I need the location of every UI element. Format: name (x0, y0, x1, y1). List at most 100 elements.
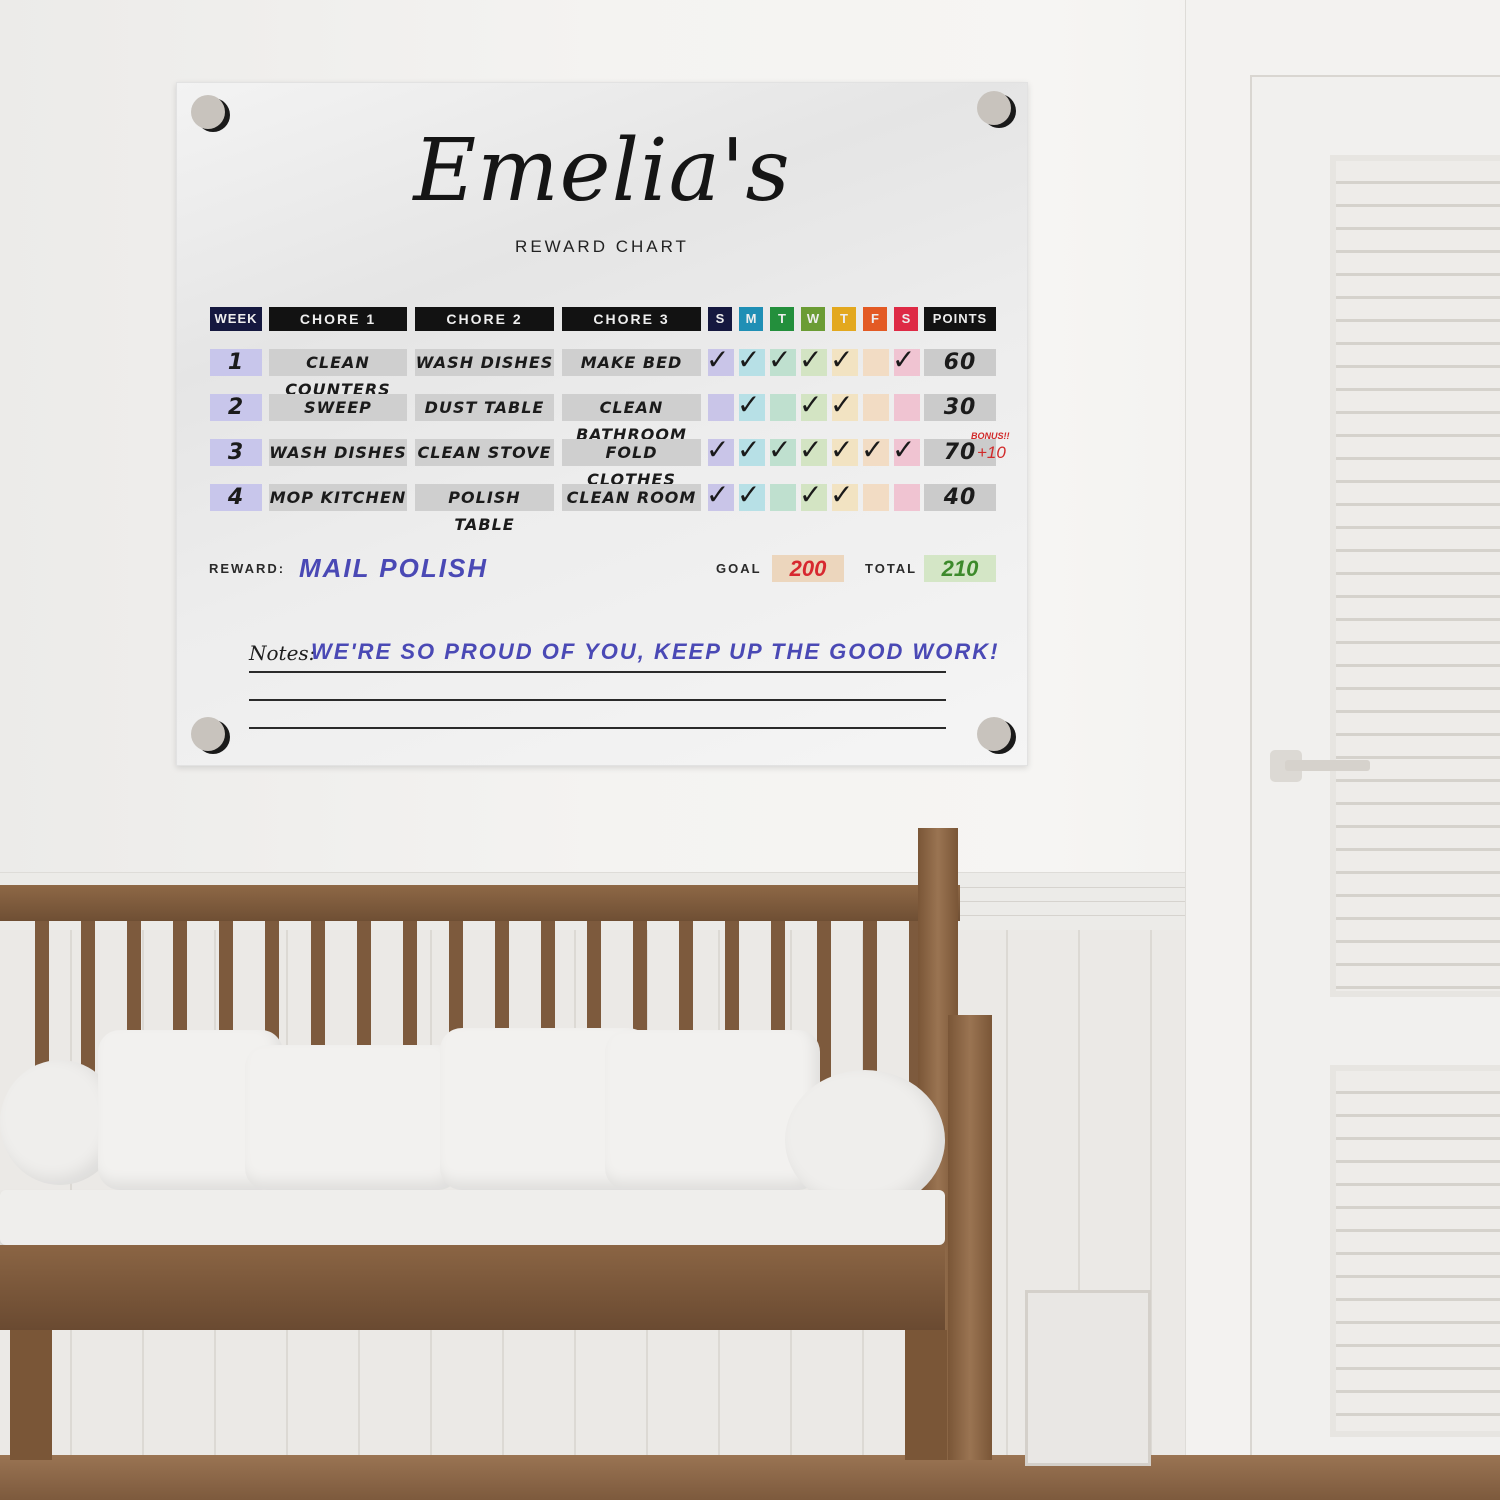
bench-leg (905, 1330, 947, 1460)
day-checkbox[interactable]: ✓ (892, 434, 920, 466)
day-checkbox[interactable]: ✓ (737, 389, 765, 421)
checkmark-icon: ✓ (830, 389, 854, 420)
week-number: 3 (210, 439, 262, 466)
checkmark-icon: ✓ (768, 434, 792, 465)
day-checkbox[interactable]: ✓ (830, 344, 858, 376)
goal-label: GOAL (716, 561, 762, 576)
chore2-cell: DUST TABLE (415, 394, 554, 421)
standoff-bolt-icon (191, 717, 225, 751)
chore3-cell: MAKE BED (562, 349, 701, 376)
checkmark-icon: ✓ (830, 479, 854, 510)
header-chore2: CHORE 2 (415, 307, 554, 331)
week-number: 1 (210, 349, 262, 376)
chart-title: Emelia's (413, 121, 791, 221)
pillow (245, 1045, 460, 1190)
checkmark-icon: ✓ (799, 344, 823, 375)
wood-floor (0, 1455, 1500, 1500)
checkmark-icon: ✓ (830, 344, 854, 375)
day-checkbox[interactable] (863, 484, 889, 511)
notes-line (249, 671, 946, 673)
chore2-cell: CLEAN STOVE (415, 439, 554, 466)
header-chore3: CHORE 3 (562, 307, 701, 331)
points-cell: 30 (924, 394, 996, 421)
checkmark-icon: ✓ (892, 434, 916, 465)
day-checkbox[interactable] (894, 484, 920, 511)
chart-subtitle: REWARD CHART (515, 237, 689, 256)
chore3-cell: CLEAN BATHROOM (562, 394, 701, 444)
bench-top-rail (0, 885, 960, 921)
day-checkbox[interactable]: ✓ (737, 344, 765, 376)
day-checkbox[interactable]: ✓ (768, 344, 796, 376)
chore1-cell: WASH DISHES (269, 439, 407, 466)
day-checkbox[interactable] (770, 484, 796, 511)
day-checkbox[interactable]: ✓ (892, 344, 920, 376)
day-checkbox[interactable]: ✓ (737, 434, 765, 466)
day-checkbox[interactable] (770, 394, 796, 421)
chore3-cell: CLEAN ROOM (562, 484, 701, 511)
checkmark-icon: ✓ (737, 344, 761, 375)
day-header: F (863, 307, 887, 331)
chore2-cell: POLISH TABLE (415, 484, 554, 534)
chore1-cell: MOP KITCHEN (269, 484, 407, 511)
day-checkbox[interactable] (863, 349, 889, 376)
bench-leg (10, 1330, 52, 1460)
checkmark-icon: ✓ (799, 389, 823, 420)
day-header: M (739, 307, 763, 331)
day-checkbox[interactable]: ✓ (768, 434, 796, 466)
points-cell: 40 (924, 484, 996, 511)
day-checkbox[interactable]: ✓ (861, 434, 889, 466)
chore2-cell: WASH DISHES (415, 349, 554, 376)
week-number: 2 (210, 394, 262, 421)
points-cell: 60 (924, 349, 996, 376)
day-checkbox[interactable]: ✓ (799, 344, 827, 376)
checkmark-icon: ✓ (706, 344, 730, 375)
week-number: 4 (210, 484, 262, 511)
standoff-bolt-icon (977, 91, 1011, 125)
day-checkbox[interactable] (894, 394, 920, 421)
notes-line (249, 727, 946, 729)
checkmark-icon: ✓ (892, 344, 916, 375)
total-value: 210 (924, 555, 996, 582)
bonus-value: +10 (977, 443, 1006, 462)
day-checkbox[interactable]: ✓ (830, 389, 858, 421)
day-checkbox[interactable] (863, 394, 889, 421)
bench-cushion (0, 1190, 945, 1245)
lantern (1025, 1290, 1151, 1466)
reward-chart-board: Emelia's REWARD CHART WEEK CHORE 1 CHORE… (176, 82, 1028, 766)
header-week: WEEK (210, 307, 262, 331)
day-checkbox[interactable] (708, 394, 734, 421)
checkmark-icon: ✓ (706, 434, 730, 465)
chore3-cell: FOLD CLOTHES (562, 439, 701, 489)
day-checkbox[interactable]: ✓ (706, 479, 734, 511)
day-checkbox[interactable]: ✓ (706, 344, 734, 376)
checkmark-icon: ✓ (830, 434, 854, 465)
day-header: T (832, 307, 856, 331)
standoff-bolt-icon (977, 717, 1011, 751)
door-louver-upper (1330, 155, 1500, 997)
day-checkbox[interactable]: ✓ (706, 434, 734, 466)
header-chore1: CHORE 1 (269, 307, 407, 331)
notes-label: Notes: (249, 641, 316, 665)
door-louver-lower (1330, 1065, 1500, 1437)
day-header: T (770, 307, 794, 331)
chore1-cell: CLEAN COUNTERS (269, 349, 407, 399)
bench-arm-post (948, 1015, 992, 1460)
day-header: W (801, 307, 825, 331)
reward-value: MAIL POLISH (299, 553, 489, 583)
day-checkbox[interactable]: ✓ (799, 389, 827, 421)
checkmark-icon: ✓ (768, 344, 792, 375)
day-checkbox[interactable]: ✓ (737, 479, 765, 511)
checkmark-icon: ✓ (861, 434, 885, 465)
day-checkbox[interactable]: ✓ (799, 434, 827, 466)
header-points: POINTS (924, 307, 996, 331)
bonus-label: BONUS!! (971, 431, 1010, 441)
day-header: S (894, 307, 918, 331)
day-checkbox[interactable]: ✓ (830, 479, 858, 511)
day-checkbox[interactable]: ✓ (799, 479, 827, 511)
door-handle[interactable] (1285, 760, 1370, 771)
notes-line (249, 699, 946, 701)
checkmark-icon: ✓ (799, 479, 823, 510)
day-checkbox[interactable]: ✓ (830, 434, 858, 466)
bench-spindle (863, 921, 877, 1091)
checkmark-icon: ✓ (737, 479, 761, 510)
